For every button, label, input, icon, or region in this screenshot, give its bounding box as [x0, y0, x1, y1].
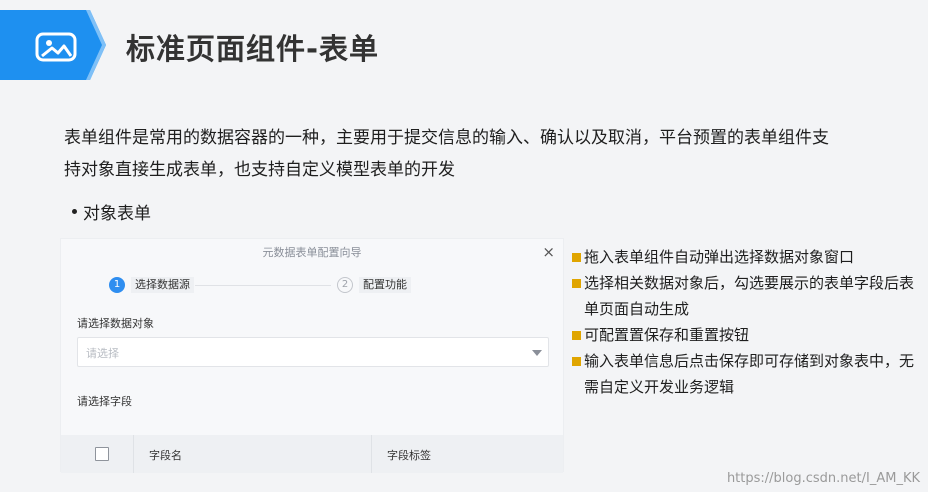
watermark: https://blog.csdn.net/I_AM_KK — [726, 471, 920, 486]
data-object-select[interactable]: 请选择 — [77, 337, 549, 367]
note-marker — [572, 357, 581, 366]
intro-line-2: 持对象直接生成表单，也支持自定义模型表单的开发 — [64, 160, 455, 180]
note-item: 可配置置保存和重置按钮 — [572, 322, 922, 348]
column-divider — [133, 435, 134, 473]
note-text: 拖入表单组件自动弹出选择数据对象窗口 — [584, 248, 855, 266]
data-object-placeholder: 请选择 — [86, 347, 119, 360]
chevron-down-icon — [532, 350, 542, 356]
bullet-dot — [72, 209, 77, 214]
intro-paragraph: 表单组件是常用的数据容器的一种，主要用于提交信息的输入、确认以及取消，平台预置的… — [64, 122, 874, 186]
note-text: 输入表单信息后点击保存即可存储到对象表中，无需自定义开发业务逻辑 — [584, 352, 915, 396]
note-marker — [572, 279, 581, 288]
note-marker — [572, 253, 581, 262]
column-header-field-label: 字段标签 — [387, 449, 431, 462]
form-config-dialog: 元数据表单配置向导 × 1 选择数据源 2 配置功能 请选择数据对象 请选择 请… — [60, 238, 564, 473]
note-text: 可配置置保存和重置按钮 — [584, 326, 750, 344]
step-2-indicator[interactable]: 2 — [337, 277, 353, 293]
note-marker — [572, 331, 581, 340]
select-all-checkbox[interactable] — [95, 447, 109, 461]
field-table-header: 字段名 字段标签 — [61, 435, 563, 473]
note-item: 拖入表单组件自动弹出选择数据对象窗口 — [572, 244, 922, 270]
step-1-label[interactable]: 选择数据源 — [131, 277, 194, 293]
header-banner — [0, 10, 106, 80]
field-select-label: 请选择字段 — [77, 395, 132, 408]
page-title: 标准页面组件-表单 — [126, 32, 380, 66]
data-object-label: 请选择数据对象 — [77, 317, 154, 330]
step-connector — [195, 285, 331, 286]
bullet-label: 对象表单 — [83, 204, 151, 224]
column-divider — [371, 435, 372, 473]
wizard-steps: 1 选择数据源 2 配置功能 — [61, 269, 563, 299]
note-item: 选择相关数据对象后，勾选要展示的表单字段后表单页面自动生成 — [572, 270, 922, 322]
note-text: 选择相关数据对象后，勾选要展示的表单字段后表单页面自动生成 — [584, 274, 915, 318]
dialog-title: 元数据表单配置向导 — [262, 246, 362, 259]
step-1-indicator[interactable]: 1 — [109, 277, 125, 293]
note-item: 输入表单信息后点击保存即可存储到对象表中，无需自定义开发业务逻辑 — [572, 348, 922, 400]
column-header-field-name: 字段名 — [149, 449, 182, 462]
intro-line-1: 表单组件是常用的数据容器的一种，主要用于提交信息的输入、确认以及取消，平台预置的… — [64, 128, 829, 148]
bullet-object-form: 对象表单 — [72, 199, 151, 224]
step-2-label[interactable]: 配置功能 — [359, 277, 411, 293]
image-icon — [35, 32, 77, 62]
feature-notes: 拖入表单组件自动弹出选择数据对象窗口 选择相关数据对象后，勾选要展示的表单字段后… — [572, 244, 922, 400]
close-icon[interactable]: × — [542, 243, 555, 261]
